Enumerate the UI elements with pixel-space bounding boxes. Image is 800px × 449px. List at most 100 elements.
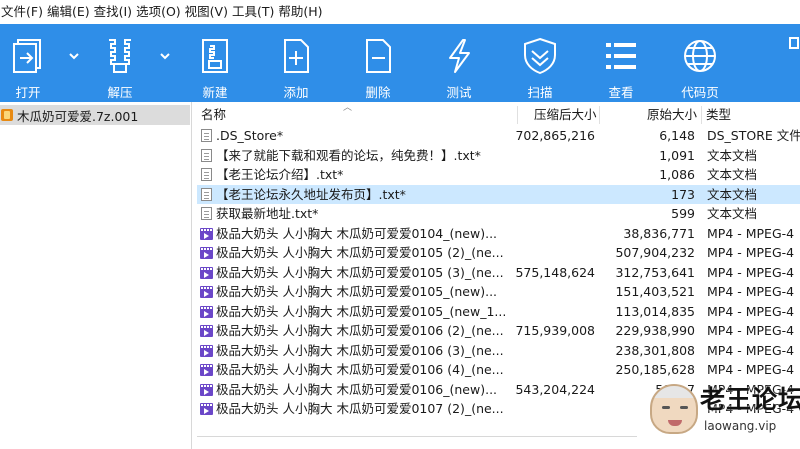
file-type-cell: MP4 - MPEG-4 — [707, 225, 795, 241]
table-row[interactable]: 【来了就能下载和观看的论坛，纯免费！】.txt* 1,091 文本文档 — [197, 146, 800, 166]
original-size-cell: 238,301,808 — [615, 342, 695, 358]
original-size-cell: 1,086 — [659, 167, 695, 182]
toolbar: 打开 解压 新建 添加 删除 测试 扫描 查看 代码页 — [0, 24, 800, 102]
original-size-cell: 1,091 — [659, 147, 695, 163]
column-header-size[interactable]: 原始大小 — [647, 104, 697, 126]
watermark-logo: 老王论坛 laowang.vip — [650, 378, 800, 449]
view-button[interactable]: 查看 — [586, 24, 656, 102]
table-row[interactable]: 极品大奶头 人小胸大 木瓜奶可爱爱0105_(new_1... 113,014,8… — [197, 302, 800, 322]
table-row[interactable]: 【老王论坛介绍】.txt* 1,086 文本文档 — [197, 165, 800, 185]
sort-ascending-icon: ︿ — [343, 103, 353, 113]
extract-icon — [100, 36, 140, 76]
new-archive-label: 新建 — [202, 85, 228, 100]
menu-edit[interactable]: 编辑(E) — [46, 0, 93, 24]
tree-item-label: 木瓜奶可爱爱.7z.001 — [17, 108, 139, 124]
table-row[interactable]: 极品大奶头 人小胸大 木瓜奶可爱爱0106 (2)_(ne... 715,939,… — [197, 321, 800, 341]
codepage-button[interactable]: 代码页 — [665, 24, 735, 102]
file-type-cell: MP4 - MPEG-4 — [707, 303, 795, 319]
packed-size-cell: 575,148,624 — [515, 264, 595, 280]
horizontal-scrollbar[interactable] — [197, 436, 637, 449]
table-row[interactable]: 获取最新地址.txt* 599 文本文档 — [197, 204, 800, 224]
extract-dropdown-arrow-icon[interactable] — [159, 50, 171, 62]
column-header-name[interactable]: 名称 — [201, 104, 226, 126]
text-file-icon — [201, 129, 212, 142]
column-header-type[interactable]: 类型 — [706, 104, 731, 126]
video-file-icon — [200, 227, 213, 240]
column-divider[interactable] — [517, 106, 518, 124]
table-row[interactable]: 极品大奶头 人小胸大 木瓜奶可爱爱0106 (4)_(ne... 250,185,… — [197, 360, 800, 380]
table-row[interactable]: 【老王论坛永久地址发布页】.txt* 173 文本文档 — [197, 184, 800, 204]
packed-size-cell: 715,939,008 — [515, 323, 595, 338]
new-archive-icon — [195, 36, 235, 76]
open-dropdown-arrow-icon[interactable] — [68, 50, 80, 62]
menu-file[interactable]: 文件(F) — [0, 0, 46, 24]
file-name-cell: 获取最新地址.txt* — [216, 206, 319, 221]
video-file-icon — [200, 266, 213, 279]
video-file-icon — [200, 286, 213, 298]
menu-options[interactable]: 选项(O) — [135, 0, 184, 24]
file-type-cell: MP4 - MPEG-4 — [707, 284, 795, 299]
video-file-icon — [200, 383, 213, 396]
file-name-cell: 极品大奶头 人小胸大 木瓜奶可爱爱0106 (3)_(ne... — [216, 342, 504, 358]
mascot-face-icon — [650, 384, 698, 434]
watermark-title: 老王论坛 — [700, 385, 800, 414]
delete-button[interactable]: 删除 — [343, 24, 413, 102]
table-row[interactable]: 极品大奶头 人小胸大 木瓜奶可爱爱0106 (3)_(ne... 238,301,… — [197, 341, 800, 361]
open-button[interactable]: 打开 — [0, 24, 63, 102]
file-name-cell: .DS_Store* — [216, 128, 284, 143]
file-name-cell: 【来了就能下载和观看的论坛，纯免费！】.txt* — [216, 147, 481, 163]
scan-label: 扫描 — [527, 85, 553, 100]
original-size-cell: 599 — [671, 206, 695, 221]
packed-size-cell — [515, 399, 595, 419]
scan-button[interactable]: 扫描 — [505, 24, 575, 102]
table-row[interactable]: .DS_Store* 702,865,216 6,148 DS_STORE 文件 — [197, 126, 800, 146]
column-divider[interactable] — [701, 106, 702, 124]
menu-find[interactable]: 查找(I) — [93, 0, 135, 24]
file-type-cell: DS_STORE 文件 — [707, 128, 800, 143]
file-name-cell: 【老王论坛永久地址发布页】.txt* — [216, 186, 406, 202]
file-name-cell: 极品大奶头 人小胸大 木瓜奶可爱爱0106 (4)_(ne... — [216, 362, 504, 377]
column-header-packed[interactable]: 压缩后大小 — [534, 104, 597, 126]
file-name-cell: 极品大奶头 人小胸大 木瓜奶可爱爱0106 (2)_(ne... — [216, 323, 504, 338]
table-row[interactable]: 极品大奶头 人小胸大 木瓜奶可爱爱0105 (3)_(ne... 575,148,… — [197, 263, 800, 283]
packed-size-cell — [515, 204, 595, 224]
file-list-header: ︿ 名称 压缩后大小 原始大小 类型 — [197, 103, 800, 126]
packed-size-cell — [515, 302, 595, 322]
test-button[interactable]: 测试 — [424, 24, 494, 102]
file-name-cell: 极品大奶头 人小胸大 木瓜奶可爱爱0107 (2)_(ne... — [216, 401, 504, 416]
original-size-cell: 6,148 — [659, 128, 695, 143]
test-label: 测试 — [446, 85, 472, 100]
packed-size-cell: 543,204,224 — [515, 381, 595, 397]
add-button[interactable]: 添加 — [261, 24, 331, 102]
file-type-cell: 文本文档 — [707, 147, 758, 163]
menu-tools[interactable]: 工具(T) — [231, 0, 277, 24]
tree-item-archive[interactable]: 木瓜奶可爱爱.7z.001 — [0, 105, 190, 125]
new-archive-button[interactable]: 新建 — [180, 24, 250, 102]
delete-label: 删除 — [365, 85, 391, 100]
original-size-cell: 113,014,835 — [615, 303, 695, 319]
extract-button[interactable]: 解压 — [85, 24, 155, 102]
table-row[interactable]: 极品大奶头 人小胸大 木瓜奶可爱爱0104_(new)... 38,836,771… — [197, 224, 800, 244]
packed-size-cell — [515, 282, 595, 302]
packed-size-cell — [515, 165, 595, 185]
test-icon — [439, 36, 479, 76]
original-size-cell: 38,836,771 — [623, 225, 695, 241]
table-row[interactable]: 极品大奶头 人小胸大 木瓜奶可爱爱0105 (2)_(ne... 507,904,… — [197, 243, 800, 263]
table-row[interactable]: 极品大奶头 人小胸大 木瓜奶可爱爱0105_(new)... 151,403,52… — [197, 282, 800, 302]
add-label: 添加 — [283, 85, 309, 100]
menu-view[interactable]: 视图(V) — [184, 0, 231, 24]
watermark-url: laowang.vip — [704, 419, 777, 433]
toolbar-overflow-icon[interactable] — [788, 36, 800, 50]
menu-help[interactable]: 帮助(H) — [277, 0, 325, 24]
original-size-cell: 507,904,232 — [615, 245, 695, 260]
open-icon — [8, 36, 48, 76]
packed-size-cell — [515, 146, 595, 166]
packed-size-cell — [515, 360, 595, 380]
column-divider[interactable] — [599, 106, 600, 124]
video-file-icon — [200, 325, 213, 337]
file-type-cell: 文本文档 — [707, 206, 758, 221]
original-size-cell: 173 — [671, 186, 695, 202]
file-type-cell: MP4 - MPEG-4 — [707, 245, 795, 260]
file-name-cell: 极品大奶头 人小胸大 木瓜奶可爱爱0104_(new)... — [216, 225, 498, 241]
extract-label: 解压 — [107, 85, 133, 100]
